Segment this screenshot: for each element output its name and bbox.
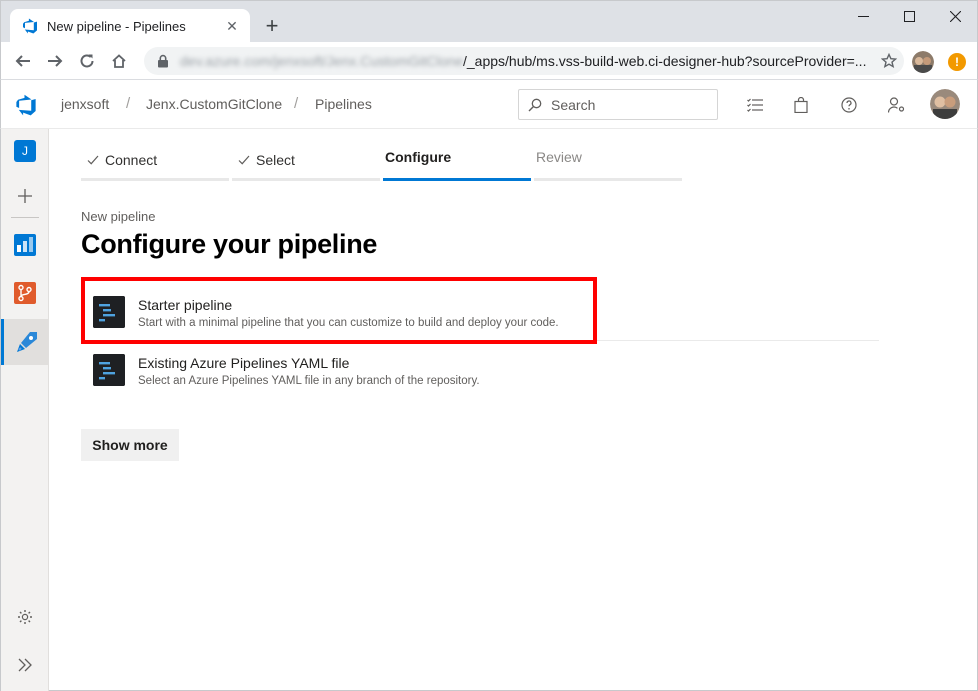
close-window-button[interactable]	[932, 1, 978, 31]
option-starter-pipeline[interactable]: Starter pipeline Start with a minimal pi…	[81, 279, 879, 337]
bookmark-star-icon[interactable]	[874, 53, 904, 69]
step-review-bar	[534, 178, 682, 181]
step-connect[interactable]: Connect	[81, 147, 229, 181]
breadcrumb-pipelines[interactable]: Pipelines	[315, 96, 372, 112]
lock-icon	[158, 54, 168, 68]
project-badge: J	[14, 140, 36, 162]
home-icon	[112, 54, 126, 68]
browser-tabstrip: New pipeline - Pipelines ✕ +	[0, 0, 978, 43]
breadcrumb-organization[interactable]: jenxsoft	[61, 96, 109, 112]
option-existing-description: Select an Azure Pipelines YAML file in a…	[138, 375, 480, 387]
nav-pipelines[interactable]	[1, 319, 49, 365]
maximize-icon	[903, 10, 915, 22]
step-configure-label: Configure	[385, 149, 452, 165]
plus-icon	[18, 189, 32, 203]
pipelines-icon	[16, 332, 37, 352]
step-select-text: Select	[256, 152, 295, 168]
user-settings-icon	[888, 97, 905, 113]
browser-profile-avatar[interactable]	[912, 51, 934, 73]
azure-devops-favicon	[23, 18, 37, 34]
checkmark-icon	[87, 155, 99, 165]
close-icon	[949, 10, 961, 22]
step-connect-label: Connect	[87, 152, 157, 168]
gear-icon	[18, 610, 32, 624]
left-navigation: J	[0, 129, 49, 691]
search-box[interactable]: Search	[518, 89, 718, 120]
star-icon	[881, 53, 897, 69]
yaml-file-icon	[93, 296, 125, 328]
search-icon	[528, 98, 542, 111]
option-starter-title: Starter pipeline	[138, 297, 233, 313]
home-button[interactable]	[106, 48, 132, 74]
nav-boards[interactable]	[1, 223, 49, 267]
browser-notification-badge[interactable]: !	[948, 53, 966, 71]
nav-project-overview[interactable]: J	[1, 129, 49, 173]
minimize-icon	[857, 15, 869, 17]
ado-header: jenxsoft / Jenx.CustomGitClone / Pipelin…	[0, 80, 978, 129]
nav-repos[interactable]	[1, 271, 49, 315]
repos-icon	[14, 282, 36, 304]
marketplace-button[interactable]	[791, 95, 811, 115]
work-items-button[interactable]	[745, 95, 765, 115]
user-settings-button[interactable]	[887, 95, 907, 115]
nav-project-settings[interactable]	[1, 595, 49, 639]
boards-icon	[14, 234, 36, 256]
browser-toolbar: dev.azure.com/jenxsoft/Jenx.CustomGitClo…	[0, 42, 978, 80]
shopping-bag-icon	[794, 97, 808, 113]
back-button[interactable]	[10, 48, 36, 74]
browser-tab[interactable]: New pipeline - Pipelines ✕	[10, 9, 250, 43]
search-placeholder: Search	[551, 96, 596, 113]
step-connect-text: Connect	[105, 152, 158, 168]
page-subtitle: New pipeline	[81, 209, 156, 224]
step-review-label: Review	[536, 149, 582, 165]
arrow-right-icon	[48, 55, 63, 67]
breadcrumb-separator: /	[294, 95, 299, 112]
reload-icon	[80, 54, 94, 68]
help-icon	[841, 97, 857, 113]
nav-divider	[11, 217, 39, 218]
address-bar[interactable]: dev.azure.com/jenxsoft/Jenx.CustomGitClo…	[144, 47, 904, 75]
step-select-bar	[232, 178, 380, 181]
show-more-button[interactable]: Show more	[81, 429, 179, 461]
option-starter-description: Start with a minimal pipeline that you c…	[138, 317, 559, 329]
breadcrumb-separator: /	[126, 95, 131, 112]
checkmark-icon	[238, 155, 250, 165]
breadcrumb-project[interactable]: Jenx.CustomGitClone	[146, 96, 282, 112]
minimize-window-button[interactable]	[840, 1, 886, 31]
browser-tab-title: New pipeline - Pipelines	[47, 18, 186, 34]
step-configure-bar	[383, 178, 531, 181]
url-host-blurred: dev.azure.com/jenxsoft/Jenx.CustomGitClo…	[180, 53, 463, 69]
checklist-icon	[747, 98, 763, 112]
step-review: Review	[534, 147, 682, 181]
option-existing-title: Existing Azure Pipelines YAML file	[138, 355, 350, 371]
close-tab-icon[interactable]: ✕	[220, 14, 244, 38]
maximize-window-button[interactable]	[886, 1, 932, 31]
azure-devops-logo-icon[interactable]	[15, 94, 37, 116]
nav-new-item[interactable]	[1, 174, 49, 218]
forward-button[interactable]	[42, 48, 68, 74]
help-button[interactable]	[839, 95, 859, 115]
user-avatar[interactable]	[930, 89, 960, 119]
option-existing-yaml[interactable]: Existing Azure Pipelines YAML file Selec…	[81, 337, 879, 395]
step-select-label: Select	[238, 152, 295, 168]
step-connect-bar	[81, 178, 229, 181]
reload-button[interactable]	[74, 48, 100, 74]
url-path: /_apps/hub/ms.vss-build-web.ci-designer-…	[462, 53, 867, 69]
arrow-left-icon	[15, 55, 30, 67]
page-title: Configure your pipeline	[81, 229, 378, 259]
main-content: Connect Select Configure Review New pipe…	[49, 129, 978, 691]
yaml-file-icon	[93, 354, 125, 386]
new-tab-button[interactable]: +	[259, 13, 285, 39]
nav-expand[interactable]	[1, 643, 49, 687]
step-configure[interactable]: Configure	[383, 147, 531, 181]
step-select[interactable]: Select	[232, 147, 380, 181]
double-chevron-right-icon	[18, 658, 32, 672]
